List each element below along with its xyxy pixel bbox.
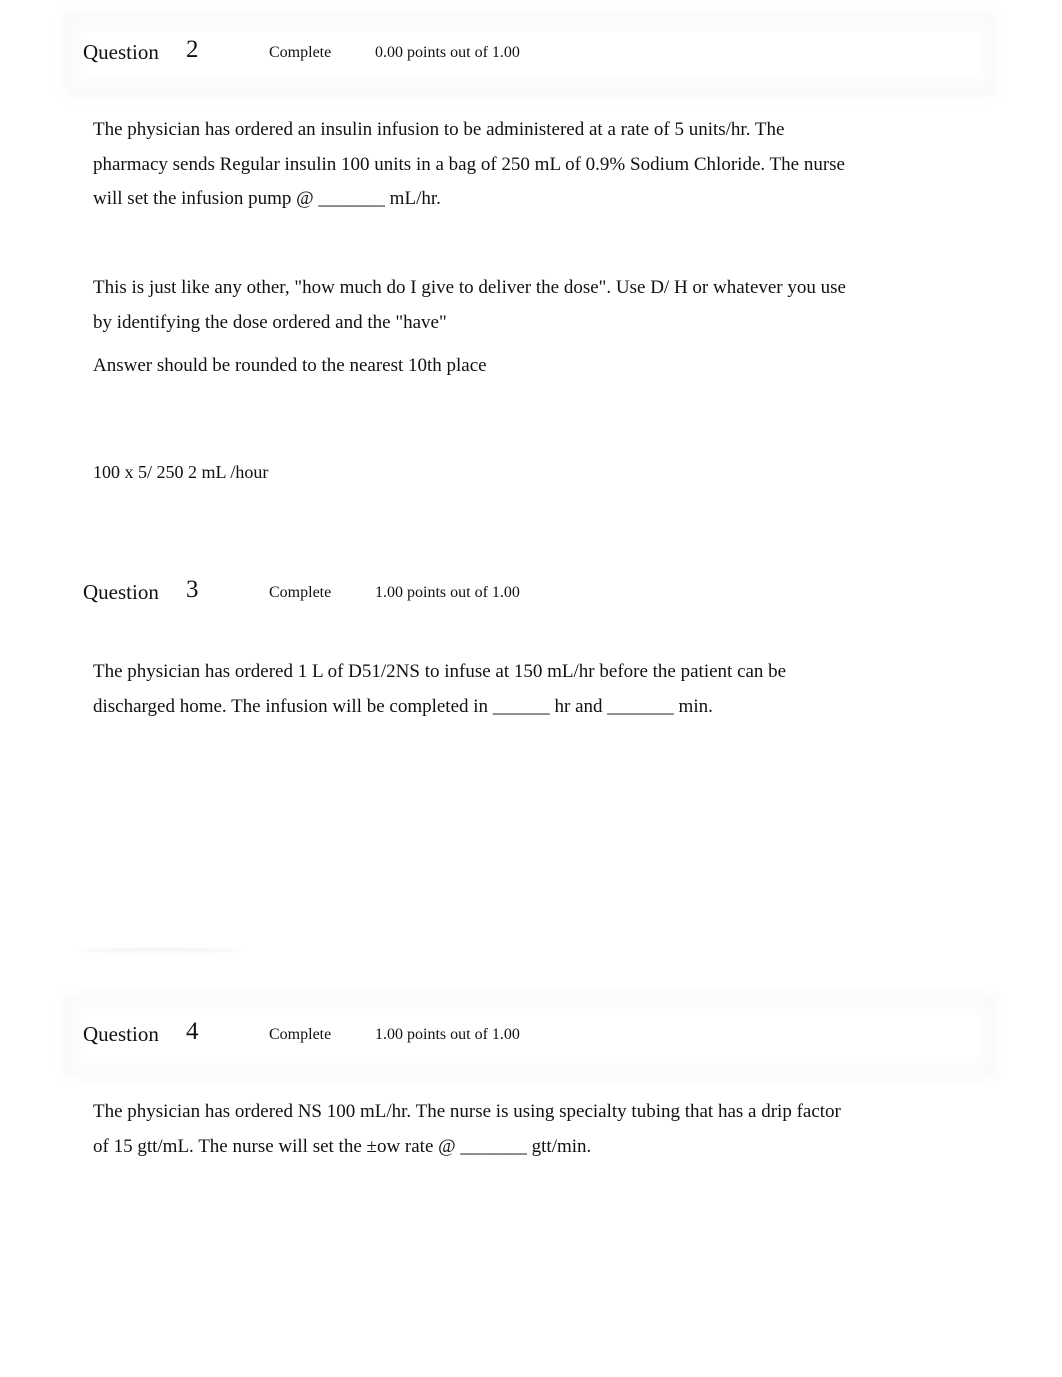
header-inner-panel [82, 1014, 978, 1058]
question-3-text: The physician has ordered 1 L of D51/2NS… [93, 661, 787, 717]
question-number: 3 [186, 576, 199, 603]
question-label: Question [83, 1022, 159, 1046]
question-2-text: The physician has ordered an insulin inf… [93, 119, 845, 209]
question-grade: 0.00 points out of 1.00 [375, 44, 520, 61]
header-inner-panel [82, 32, 978, 76]
question-number: 2 [186, 36, 199, 63]
question-grade: 1.00 points out of 1.00 [375, 584, 520, 601]
question-grade: 1.00 points out of 1.00 [375, 1026, 520, 1043]
question-label: Question [83, 40, 159, 64]
question-2-response: 100 x 5/ 250 2 mL /hour [93, 462, 269, 482]
question-state: Complete [269, 1026, 332, 1043]
question-3-header: Question 3 Complete 1.00 points out of 1… [66, 555, 994, 635]
question-2-hint: This is just like any other, "how much d… [93, 277, 846, 333]
question-4-header: Question 4 Complete 1.00 points out of 1… [66, 996, 994, 1076]
question-label: Question [83, 580, 159, 604]
question-2-header: Question 2 Complete 0.00 points out of 1… [66, 14, 994, 94]
question-2-rounding-note: Answer should be rounded to the nearest … [93, 355, 487, 376]
section-divider [80, 948, 240, 954]
question-state: Complete [269, 584, 332, 601]
question-state: Complete [269, 44, 332, 61]
question-4-text: The physician has ordered NS 100 mL/hr. … [93, 1101, 841, 1157]
question-number: 4 [186, 1018, 199, 1045]
